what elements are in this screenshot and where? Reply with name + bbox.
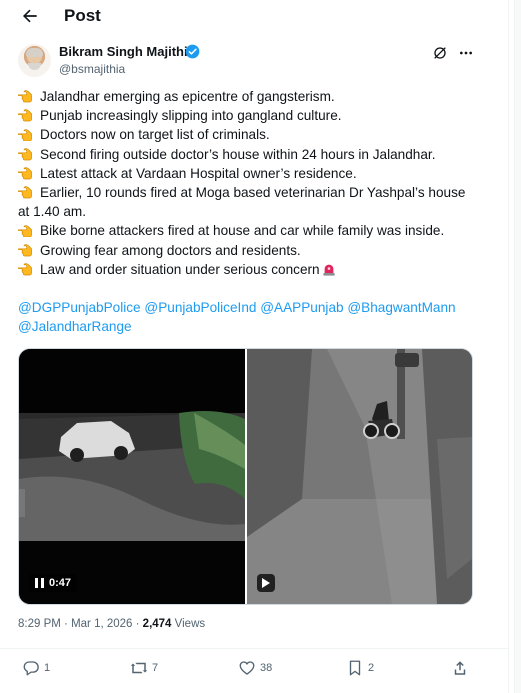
share-icon xyxy=(454,661,466,675)
post-line: Earlier, 10 rounds fired at Moga based v… xyxy=(18,185,466,220)
pointing-hand-icon xyxy=(18,90,32,103)
repost-icon xyxy=(130,662,148,674)
repost-button[interactable]: 7 xyxy=(130,659,158,677)
like-button[interactable]: 38 xyxy=(238,659,272,677)
video-thumbnail-2[interactable] xyxy=(247,349,472,604)
play-icon xyxy=(262,578,270,588)
avatar[interactable] xyxy=(18,44,51,77)
mention-link[interactable]: @PunjabPoliceInd xyxy=(144,300,256,315)
post-time[interactable]: 8:29 PM xyxy=(18,618,61,630)
mentions-line: @DGPPunjabPolice @PunjabPoliceInd @AAPPu… xyxy=(18,298,478,317)
pointing-hand-icon xyxy=(18,224,32,237)
media-grid: 0:47 xyxy=(18,348,473,605)
mentions-line: @JalandharRange xyxy=(18,317,478,336)
pointing-hand-icon xyxy=(18,148,32,161)
share-button[interactable] xyxy=(451,659,469,677)
reply-button[interactable]: 1 xyxy=(22,659,50,677)
video-duration-badge[interactable]: 0:47 xyxy=(29,574,78,592)
cctv-frame-2-image xyxy=(247,349,472,604)
repost-count: 7 xyxy=(152,662,159,674)
post-line: Jalandhar emerging as epicentre of gangs… xyxy=(18,87,478,106)
pointing-hand-icon xyxy=(18,263,32,276)
video-thumbnail-1[interactable]: 0:47 xyxy=(19,349,245,604)
pointing-hand-icon xyxy=(18,128,32,141)
top-bar: Post xyxy=(0,0,508,33)
post-line: Law and order situation under serious co… xyxy=(18,260,478,279)
cctv-frame-1-image xyxy=(19,349,245,604)
pointing-hand-icon xyxy=(18,244,32,257)
mention-link[interactable]: @DGPPunjabPolice xyxy=(18,300,141,315)
siren-icon xyxy=(322,264,335,276)
pointing-hand-icon xyxy=(18,109,32,122)
reply-count: 1 xyxy=(44,662,51,674)
author-name[interactable]: Bikram Singh Majithia xyxy=(59,44,195,59)
like-count: 38 xyxy=(260,662,273,674)
post-line: Doctors now on target list of criminals. xyxy=(18,125,478,144)
post-meta: 8:29 PM · Mar 1, 2026 · 2,474 Views xyxy=(18,618,206,630)
right-scroll-strip xyxy=(509,0,521,693)
grok-icon[interactable] xyxy=(432,45,448,61)
post-date[interactable]: Mar 1, 2026 xyxy=(71,618,132,630)
bookmark-count: 2 xyxy=(368,662,375,674)
video-duration: 0:47 xyxy=(49,577,72,589)
views-label: Views xyxy=(174,618,206,630)
post-line: Growing fear among doctors and residents… xyxy=(18,241,478,260)
video-play-badge[interactable] xyxy=(257,574,275,592)
post-line: Bike borne attackers fired at house and … xyxy=(18,221,478,240)
pointing-hand-icon xyxy=(18,186,32,199)
back-arrow-icon[interactable] xyxy=(20,6,40,26)
post-line: Punjab increasingly slipping into gangla… xyxy=(18,106,478,125)
reply-icon xyxy=(23,661,39,676)
more-options-icon[interactable] xyxy=(458,45,474,61)
mention-link[interactable]: @BhagwantMann xyxy=(347,300,455,315)
mention-link[interactable]: @AAPPunjab xyxy=(260,300,343,315)
pointing-hand-icon xyxy=(18,167,32,180)
post-line: Latest attack at Vardaan Hospital owner’… xyxy=(18,164,478,183)
action-bar: 1 7 38 2 xyxy=(0,648,508,689)
post-text: Jalandhar emerging as epicentre of gangs… xyxy=(18,87,478,336)
views-count: 2,474 xyxy=(142,618,172,630)
verified-badge-icon xyxy=(185,44,200,59)
page-title: Post xyxy=(64,6,101,25)
post-line: Second firing outside doctor’s house wit… xyxy=(18,145,478,164)
bookmark-icon xyxy=(349,660,361,676)
post-page: Post Bikram Singh Majithia @bsmajithia J… xyxy=(0,0,509,693)
pause-icon xyxy=(35,578,44,588)
author-handle[interactable]: @bsmajithia xyxy=(59,62,125,76)
mention-link[interactable]: @JalandharRange xyxy=(18,319,132,334)
bookmark-button[interactable]: 2 xyxy=(346,659,374,677)
heart-icon xyxy=(239,661,255,675)
